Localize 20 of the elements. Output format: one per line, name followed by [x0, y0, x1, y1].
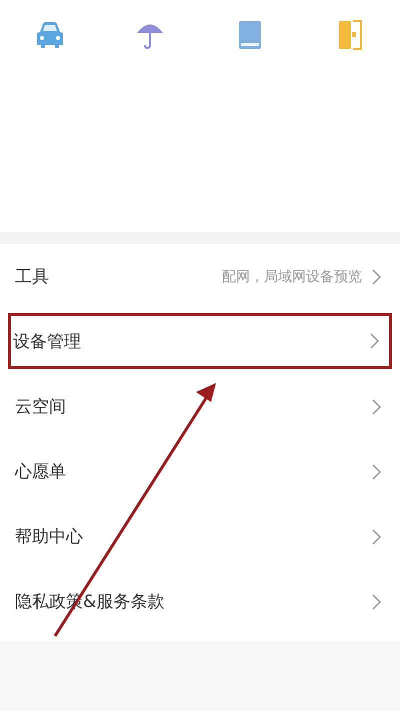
- chevron-icon: [372, 528, 381, 544]
- car-icon[interactable]: [34, 20, 66, 50]
- book-icon[interactable]: [237, 20, 263, 50]
- menu-label: 云空间: [15, 396, 67, 418]
- menu-detail: 配网，局域网设备预览: [222, 268, 362, 286]
- menu-label: 心愿单: [15, 461, 67, 483]
- chevron-icon: [372, 594, 381, 610]
- menu-item[interactable]: 设备管理: [8, 313, 392, 369]
- menu-item[interactable]: 云空间: [0, 374, 400, 439]
- chevron-icon: [372, 464, 381, 480]
- door-icon[interactable]: [337, 20, 363, 50]
- chevron-icon: [372, 398, 381, 414]
- menu-item[interactable]: 工具 配网，局域网设备预览: [0, 244, 400, 309]
- menu-item[interactable]: 帮助中心: [0, 504, 400, 569]
- chevron-icon: [370, 333, 379, 349]
- chevron-icon: [372, 268, 381, 284]
- menu-item[interactable]: 心愿单: [0, 439, 400, 504]
- menu-label: 帮助中心: [15, 526, 84, 548]
- menu-label: 设备管理: [13, 330, 82, 352]
- menu-label: 工具: [15, 266, 50, 288]
